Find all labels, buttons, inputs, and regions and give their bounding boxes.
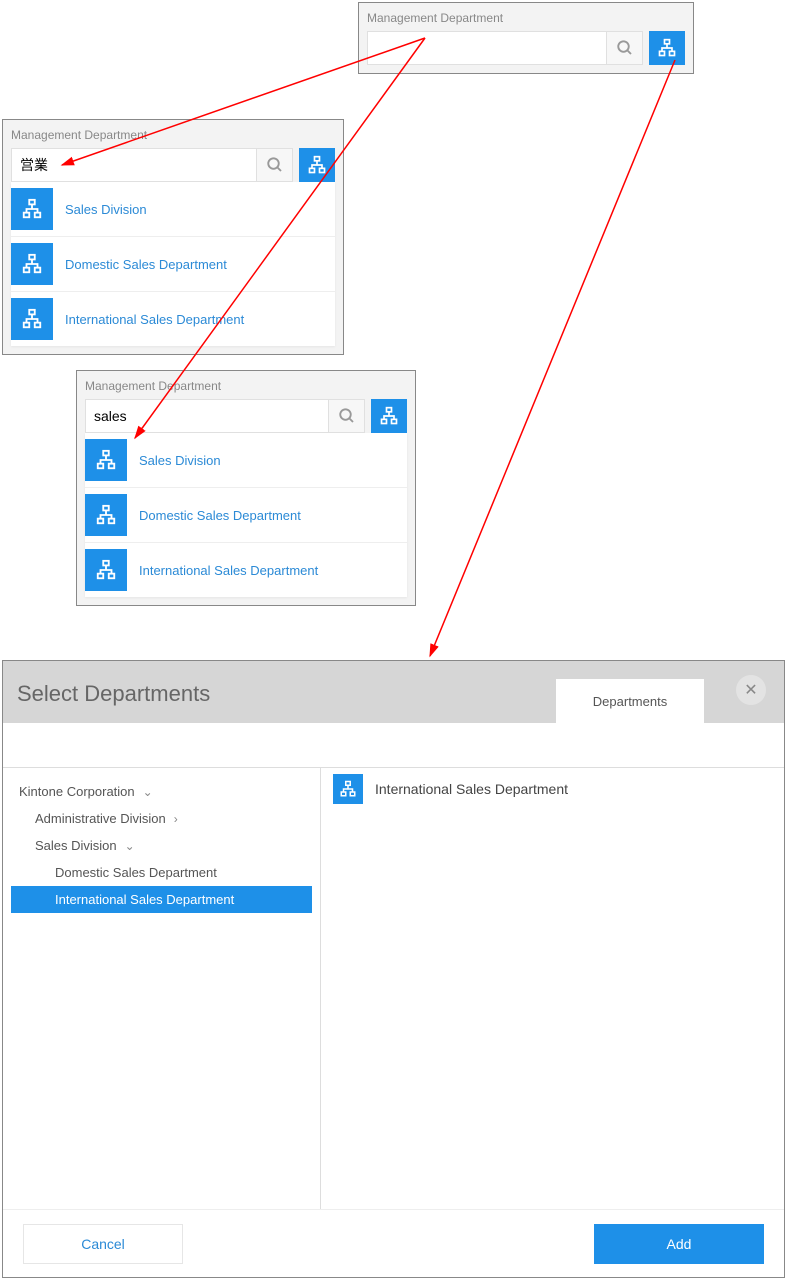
org-tree-button[interactable] — [299, 148, 335, 182]
search-button[interactable] — [329, 399, 365, 433]
management-department-panel: Management Department — [358, 2, 694, 74]
org-chart-icon — [379, 406, 399, 426]
department-search-input[interactable] — [85, 399, 329, 433]
tree-node-label: International Sales Department — [55, 892, 234, 907]
department-icon — [85, 549, 127, 591]
suggestion-label: Domestic Sales Department — [139, 508, 301, 523]
suggestion-item[interactable]: Domestic Sales Department — [11, 237, 335, 292]
department-search-input[interactable] — [367, 31, 607, 65]
tree-node-label: Domestic Sales Department — [55, 865, 217, 880]
dialog-title: Select Departments — [17, 681, 210, 723]
tree-node-root[interactable]: Kintone Corporation ⌄ — [11, 778, 312, 805]
selected-department-label: International Sales Department — [375, 781, 568, 797]
department-icon — [85, 439, 127, 481]
suggestion-label: Domestic Sales Department — [65, 257, 227, 272]
search-icon — [616, 39, 634, 57]
management-department-panel: Management Department Sales Division Dom… — [76, 370, 416, 606]
suggestion-item[interactable]: International Sales Department — [11, 292, 335, 346]
suggestion-label: Sales Division — [65, 202, 147, 217]
add-button-label: Add — [667, 1236, 692, 1252]
select-departments-dialog: Select Departments Departments ✕ Kintone… — [2, 660, 785, 1278]
tab-departments[interactable]: Departments — [556, 679, 704, 723]
department-icon — [11, 298, 53, 340]
tree-node[interactable]: Administrative Division › — [11, 805, 312, 832]
tree-node[interactable]: Sales Division ⌄ — [11, 832, 312, 859]
org-chart-icon — [307, 155, 327, 175]
chevron-down-icon: ⌄ — [143, 785, 153, 799]
org-tree-button[interactable] — [371, 399, 407, 433]
close-button[interactable]: ✕ — [736, 675, 766, 705]
org-tree-button[interactable] — [649, 31, 685, 65]
department-icon — [85, 494, 127, 536]
department-tree: Kintone Corporation ⌄ Administrative Div… — [3, 768, 321, 1209]
search-icon — [338, 407, 356, 425]
department-icon — [11, 243, 53, 285]
dialog-header: Select Departments Departments ✕ — [3, 661, 784, 723]
suggestion-label: Sales Division — [139, 453, 221, 468]
management-department-panel: Management Department Sales Division Dom… — [2, 119, 344, 355]
chevron-down-icon: ⌄ — [125, 839, 135, 853]
department-icon — [333, 774, 363, 804]
panel-label: Management Department — [367, 11, 685, 25]
search-icon — [266, 156, 284, 174]
tree-node-label: Sales Division — [35, 838, 117, 853]
search-button[interactable] — [607, 31, 643, 65]
suggestion-label: International Sales Department — [65, 312, 244, 327]
department-search-input[interactable] — [11, 148, 257, 182]
panel-label: Management Department — [85, 379, 407, 393]
cancel-button[interactable]: Cancel — [23, 1224, 183, 1264]
tree-node-label: Administrative Division — [35, 811, 166, 826]
suggestion-label: International Sales Department — [139, 563, 318, 578]
tree-node[interactable]: Domestic Sales Department — [11, 859, 312, 886]
chevron-right-icon: › — [174, 812, 178, 826]
suggestion-item[interactable]: Sales Division — [85, 433, 407, 488]
tree-node-selected[interactable]: International Sales Department — [11, 886, 312, 913]
suggestion-list: Sales Division Domestic Sales Department… — [85, 433, 407, 597]
department-icon — [11, 188, 53, 230]
suggestion-item[interactable]: Domestic Sales Department — [85, 488, 407, 543]
cancel-button-label: Cancel — [81, 1236, 125, 1252]
add-button[interactable]: Add — [594, 1224, 764, 1264]
suggestion-item[interactable]: International Sales Department — [85, 543, 407, 597]
selected-department-item[interactable]: International Sales Department — [333, 772, 772, 806]
selected-departments-panel: International Sales Department — [321, 768, 784, 1209]
panel-label: Management Department — [11, 128, 335, 142]
suggestion-list: Sales Division Domestic Sales Department… — [11, 182, 335, 346]
org-chart-icon — [657, 38, 677, 58]
close-icon: ✕ — [744, 680, 757, 700]
suggestion-item[interactable]: Sales Division — [11, 182, 335, 237]
tree-node-label: Kintone Corporation — [19, 784, 135, 799]
dialog-footer: Cancel Add — [3, 1209, 784, 1277]
search-button[interactable] — [257, 148, 293, 182]
tab-label: Departments — [593, 694, 667, 709]
